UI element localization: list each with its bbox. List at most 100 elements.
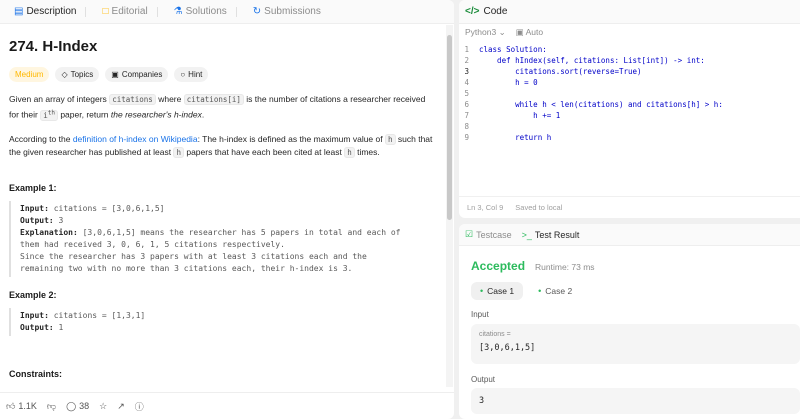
- code-editor-panel: </> Code Python3 ⌄ ▣ Auto 1 class Solutio…: [459, 0, 800, 218]
- star-icon: ☆: [99, 400, 108, 411]
- help-button[interactable]: ⓘ: [135, 400, 144, 413]
- case-tabs: • Case 1 • Case 2: [471, 282, 581, 300]
- description-scrollbar[interactable]: [446, 25, 453, 387]
- output-value: 3: [479, 396, 485, 406]
- case-1-tab[interactable]: • Case 1: [471, 282, 524, 300]
- editor-status-bar: Ln 3, Col 9 Saved to local: [459, 196, 800, 218]
- line-number: 1: [464, 45, 469, 54]
- description-panel: ▤ Description □ Editorial ⚗ Solutions ↻ …: [0, 0, 454, 419]
- result-tab-bar: ☑ Testcase >_ Test Result: [459, 224, 800, 246]
- code-icon: </>: [465, 6, 480, 17]
- hint-chip[interactable]: ○ Hint: [174, 67, 209, 82]
- problem-description: Given an array of integers citations whe…: [9, 94, 426, 121]
- dislike-button[interactable]: 👎︎: [47, 401, 56, 412]
- topics-chip[interactable]: ◇ Topics: [55, 67, 100, 82]
- lock-icon: ▣: [515, 27, 524, 37]
- output-label: Output: [471, 375, 496, 384]
- companies-chip[interactable]: ▣ Companies: [105, 67, 169, 82]
- code-text: h += 1: [479, 111, 561, 120]
- code-line[interactable]: 7 h += 1: [459, 110, 800, 121]
- line-number: 3: [464, 67, 469, 76]
- favorite-button[interactable]: ☆: [99, 401, 107, 412]
- app-root: ▤ Description □ Editorial ⚗ Solutions ↻ …: [0, 0, 800, 419]
- pass-dot-icon: •: [538, 286, 542, 296]
- share-button[interactable]: ↗: [117, 401, 125, 412]
- input-variable: citations =: [479, 331, 511, 338]
- hindex-definition: According to the definition of h-index o…: [9, 133, 433, 158]
- tab-test-result[interactable]: >_ Test Result: [522, 230, 580, 240]
- code-area[interactable]: 1 class Solution: 2 def hIndex(self, citat…: [459, 44, 800, 194]
- test-result-panel: ☑ Testcase >_ Test Result Accepted Runtime…: [459, 224, 800, 419]
- output-box: 3: [471, 388, 800, 414]
- comment-icon: ◯: [66, 400, 77, 411]
- line-number: 6: [464, 100, 469, 109]
- lightbulb-icon: ○: [180, 70, 186, 79]
- description-icon: ▤: [14, 5, 24, 17]
- editor-tab-bar: </> Code: [459, 0, 800, 24]
- code-line[interactable]: 4 h = 0: [459, 77, 800, 88]
- tab-submissions[interactable]: ↻ Submissions: [245, 0, 329, 24]
- code-line[interactable]: 2 def hIndex(self, citations: List[int])…: [459, 55, 800, 66]
- tab-testcase[interactable]: ☑ Testcase: [465, 229, 512, 240]
- scrollbar-thumb[interactable]: [447, 35, 452, 220]
- problem-content: 274. H-Index Medium ◇ Topics ▣ Companies ○…: [0, 25, 446, 387]
- input-value: [3,0,6,1,5]: [479, 343, 536, 353]
- code-text: return h: [479, 133, 552, 142]
- runtime-label: Runtime: 73 ms: [535, 262, 595, 272]
- problem-title: 274. H-Index: [9, 38, 98, 55]
- example-1-title: Example 1:: [9, 182, 57, 193]
- editorial-icon: □: [102, 5, 109, 17]
- share-icon: ↗: [117, 400, 125, 411]
- code-line[interactable]: 1 class Solution:: [459, 44, 800, 55]
- difficulty-badge: Medium: [9, 67, 50, 82]
- code-line[interactable]: 8: [459, 121, 800, 132]
- code-line[interactable]: 5: [459, 88, 800, 99]
- problem-action-bar: 👍︎ 1.1K 👎︎ ◯ 38 ☆ ↗ ⓘ: [0, 392, 454, 419]
- thumbs-down-icon: 👎︎: [46, 400, 57, 411]
- auto-toggle[interactable]: ▣ Auto: [516, 27, 543, 38]
- line-number: 9: [464, 133, 469, 142]
- thumbs-up-icon: 👍︎: [6, 400, 16, 411]
- code-line[interactable]: 6 while h < len(citations) and citations…: [459, 99, 800, 110]
- example-2-block: Input: citations = [1,3,1] Output: 1: [9, 307, 437, 336]
- checkbox-icon: ☑: [465, 229, 474, 239]
- line-number: 2: [464, 56, 469, 65]
- chevron-down-icon: ⌄: [498, 27, 506, 37]
- code-text: class Solution:: [479, 45, 547, 54]
- tab-editorial[interactable]: □ Editorial: [94, 0, 165, 24]
- code-text: h = 0: [479, 78, 538, 87]
- language-select[interactable]: Python3 ⌄: [465, 27, 506, 38]
- line-number: 4: [464, 78, 469, 87]
- case-2-tab[interactable]: • Case 2: [529, 282, 581, 300]
- flask-icon: ⚗: [173, 5, 183, 17]
- history-icon: ↻: [252, 5, 262, 17]
- like-button[interactable]: 👍︎ 1.1K: [6, 401, 37, 412]
- accepted-status: Accepted: [471, 259, 526, 273]
- problem-tags: Medium ◇ Topics ▣ Companies ○ Hint: [9, 67, 437, 82]
- line-number: 7: [464, 111, 469, 120]
- question-icon: ⓘ: [134, 401, 144, 412]
- editor-toolbar: Python3 ⌄ ▣ Auto: [459, 24, 800, 41]
- constraints-title: Constraints:: [9, 368, 63, 379]
- code-line[interactable]: 3 citations.sort(reverse=True): [459, 66, 800, 77]
- tag-icon: ◇: [61, 70, 68, 79]
- code-text: def hIndex(self, citations: List[int]) -…: [479, 56, 705, 65]
- wikipedia-link[interactable]: definition of h-index on Wikipedia: [73, 134, 198, 144]
- code-text: citations.sort(reverse=True): [479, 67, 642, 76]
- editor-title: Code: [483, 6, 508, 17]
- example-1-block: Input: citations = [3,0,6,1,5] Output: 3…: [9, 200, 437, 277]
- input-box: citations = [3,0,6,1,5]: [471, 324, 800, 364]
- line-number: 8: [464, 122, 469, 131]
- input-label: Input: [471, 310, 489, 319]
- lock-icon: ▣: [111, 70, 119, 79]
- code-text: while h < len(citations) and citations[h…: [479, 100, 723, 109]
- comments-button[interactable]: ◯ 38: [66, 401, 89, 412]
- tab-description[interactable]: ▤ Description: [6, 0, 94, 24]
- cursor-position: Ln 3, Col 9: [467, 203, 504, 212]
- terminal-icon: >_: [521, 229, 532, 240]
- code-line[interactable]: 9 return h: [459, 132, 800, 143]
- tab-solutions[interactable]: ⚗ Solutions: [166, 0, 245, 24]
- line-number: 5: [464, 89, 469, 98]
- save-status: Saved to local: [515, 203, 563, 212]
- result-status-row: Accepted Runtime: 73 ms: [471, 259, 595, 273]
